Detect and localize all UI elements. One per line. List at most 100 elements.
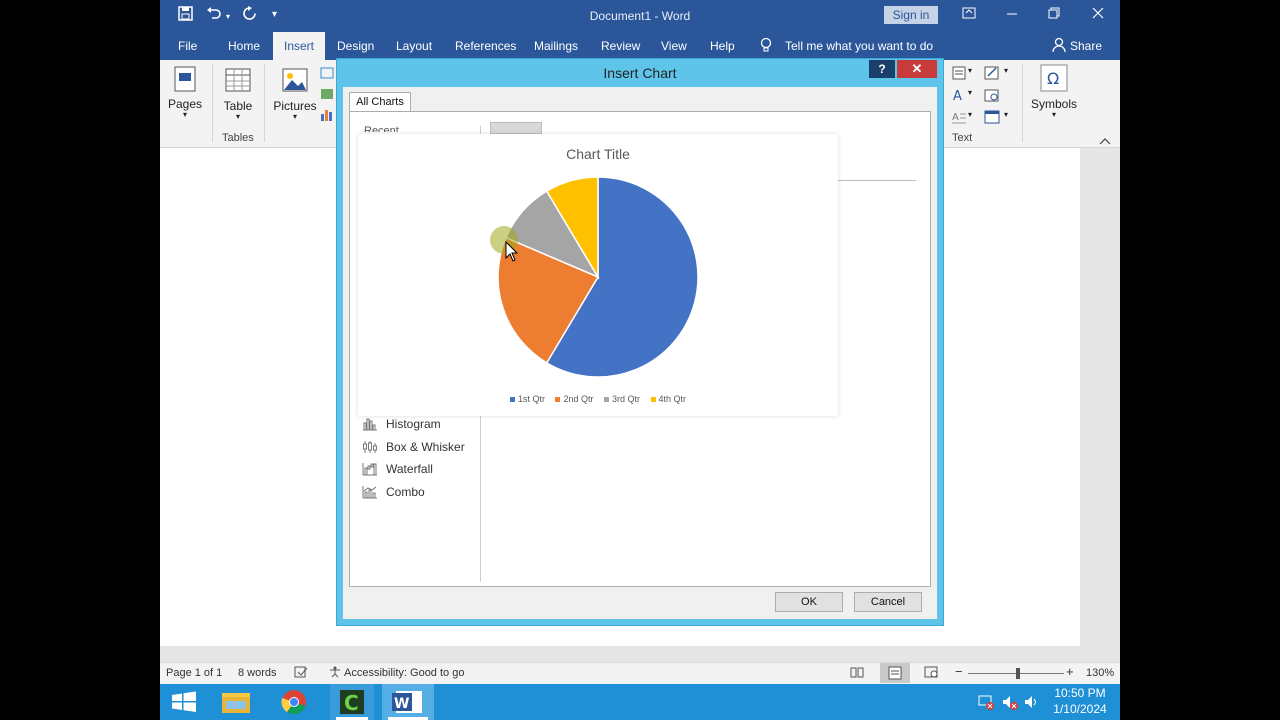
- zoom-slider-thumb[interactable]: [1016, 668, 1020, 679]
- tab-references[interactable]: References: [455, 39, 516, 53]
- category-box-whisker-label: Box & Whisker: [386, 439, 465, 454]
- icons-icon[interactable]: [320, 87, 334, 105]
- svg-text:Ω: Ω: [1047, 69, 1059, 88]
- tab-insert[interactable]: Insert: [273, 32, 326, 60]
- accessibility-status[interactable]: Accessibility: Good to go: [344, 667, 464, 679]
- word-count[interactable]: 8 words: [238, 667, 277, 679]
- svg-text:C: C: [344, 691, 359, 715]
- share-button[interactable]: Share: [1070, 39, 1102, 53]
- quick-parts-icon[interactable]: A: [952, 88, 966, 107]
- page-count[interactable]: Page 1 of 1: [166, 667, 222, 679]
- wordart-dropdown-icon[interactable]: ▾: [968, 88, 972, 97]
- tab-layout[interactable]: Layout: [396, 39, 432, 53]
- clock-time[interactable]: 10:50 PM: [1048, 686, 1112, 700]
- tab-view[interactable]: View: [661, 39, 687, 53]
- divider-line: [836, 180, 916, 181]
- web-layout-icon[interactable]: [924, 666, 938, 681]
- legend-swatch: [509, 397, 515, 403]
- svg-text:A: A: [953, 89, 962, 102]
- category-waterfall[interactable]: Waterfall: [362, 461, 433, 481]
- pages-icon[interactable]: [174, 66, 196, 97]
- table-dropdown-icon[interactable]: ▾: [218, 112, 258, 121]
- proofing-icon[interactable]: [294, 666, 308, 681]
- accessibility-icon[interactable]: [328, 666, 342, 681]
- legend-swatch: [650, 397, 656, 403]
- dialog-close-button[interactable]: ✕: [897, 60, 937, 78]
- chart-subtype-thumbnail[interactable]: [490, 122, 542, 134]
- print-layout-icon[interactable]: [880, 663, 910, 683]
- ok-button[interactable]: OK: [775, 592, 843, 612]
- tab-all-charts[interactable]: All Charts: [349, 92, 411, 112]
- camtasia-icon[interactable]: C: [330, 684, 374, 720]
- drop-cap-icon[interactable]: A: [952, 110, 966, 129]
- svg-text:A: A: [952, 112, 959, 123]
- signature-dropdown-icon[interactable]: ▾: [1004, 66, 1008, 75]
- cancel-button[interactable]: Cancel: [854, 592, 922, 612]
- signature-line-icon[interactable]: [984, 66, 1000, 85]
- taskbar: C W 10:50 PM 1/10/2024: [160, 684, 1120, 720]
- speaker-icon[interactable]: [1024, 694, 1040, 713]
- pictures-label[interactable]: Pictures: [272, 99, 318, 113]
- pages-label[interactable]: Pages: [168, 97, 202, 111]
- category-waterfall-label: Waterfall: [386, 461, 433, 476]
- category-histogram-label: Histogram: [386, 416, 441, 431]
- symbols-label[interactable]: Symbols: [1026, 97, 1082, 111]
- text-box-icon[interactable]: [952, 66, 966, 85]
- table-label[interactable]: Table: [218, 99, 258, 113]
- category-combo-label: Combo: [386, 484, 425, 499]
- chart-icon[interactable]: [320, 108, 334, 127]
- word-taskbar-icon[interactable]: W: [382, 684, 434, 720]
- zoom-level[interactable]: 130%: [1086, 667, 1114, 679]
- minimize-icon[interactable]: [1006, 6, 1018, 22]
- start-windows-icon[interactable]: [162, 684, 206, 720]
- legend-label: 1st Qtr: [517, 394, 545, 404]
- volume-muted-icon[interactable]: [1002, 694, 1018, 713]
- pictures-icon[interactable]: [282, 68, 308, 97]
- table-icon[interactable]: [225, 68, 251, 97]
- tab-help[interactable]: Help: [710, 39, 735, 53]
- category-box-whisker[interactable]: Box & Whisker: [362, 439, 465, 459]
- lightbulb-icon: [760, 37, 772, 56]
- chart-legend: 1st Qtr 2nd Qtr 3rd Qtr 4th Qtr: [358, 394, 838, 404]
- dialog-help-button[interactable]: ?: [869, 60, 895, 78]
- tab-file[interactable]: File: [178, 39, 197, 53]
- pictures-dropdown-icon[interactable]: ▾: [272, 112, 318, 121]
- pages-dropdown-icon[interactable]: ▾: [168, 110, 202, 119]
- object-icon[interactable]: [984, 110, 1000, 129]
- symbols-omega-icon[interactable]: Ω: [1040, 64, 1068, 97]
- tab-review[interactable]: Review: [601, 39, 640, 53]
- legend-entry: 2nd Qtr: [555, 394, 593, 404]
- sign-in-button[interactable]: Sign in: [884, 6, 938, 24]
- ribbon-tabs: File Home Insert Design Layout Reference…: [160, 32, 1120, 60]
- tell-me-search[interactable]: Tell me what you want to do: [785, 39, 933, 53]
- category-histogram[interactable]: Histogram: [362, 416, 441, 436]
- share-person-icon[interactable]: [1052, 37, 1066, 56]
- restore-icon[interactable]: [1048, 6, 1060, 22]
- category-combo[interactable]: Combo: [362, 484, 425, 504]
- symbols-dropdown-icon[interactable]: ▾: [1026, 110, 1082, 119]
- zoom-out-icon[interactable]: −: [955, 664, 963, 679]
- date-time-icon[interactable]: [984, 88, 1000, 107]
- text-box-dropdown-icon[interactable]: ▾: [968, 66, 972, 75]
- file-explorer-icon[interactable]: [214, 684, 258, 720]
- tab-design[interactable]: Design: [337, 39, 374, 53]
- clock-date[interactable]: 1/10/2024: [1048, 702, 1112, 716]
- category-recent[interactable]: Recent: [364, 126, 399, 132]
- object-dropdown-icon[interactable]: ▾: [1004, 110, 1008, 119]
- title-bar: ▾ ▾ Document1 - Word Sign in: [160, 0, 1120, 32]
- chart-panel: Recent Histogram Box & Whisker Waterfall…: [349, 111, 931, 587]
- insert-chart-dialog: Insert Chart ? ✕ All Charts Recent Histo…: [336, 58, 944, 626]
- tab-home[interactable]: Home: [228, 39, 260, 53]
- chart-preview[interactable]: Chart Title 1st Qtr 2nd Qtr 3rd Qtr 4th …: [358, 134, 838, 416]
- close-window-icon[interactable]: [1092, 6, 1104, 22]
- chrome-icon[interactable]: [272, 684, 316, 720]
- network-status-icon[interactable]: [978, 694, 994, 713]
- shapes-icon[interactable]: [320, 66, 334, 84]
- zoom-in-icon[interactable]: +: [1066, 664, 1074, 679]
- ribbon-display-options-icon[interactable]: [962, 6, 976, 22]
- tables-group-label: Tables: [222, 132, 254, 144]
- tab-mailings[interactable]: Mailings: [534, 39, 578, 53]
- legend-label: 2nd Qtr: [563, 394, 594, 404]
- read-mode-icon[interactable]: [850, 666, 864, 681]
- drop-cap-dropdown-icon[interactable]: ▾: [968, 110, 972, 119]
